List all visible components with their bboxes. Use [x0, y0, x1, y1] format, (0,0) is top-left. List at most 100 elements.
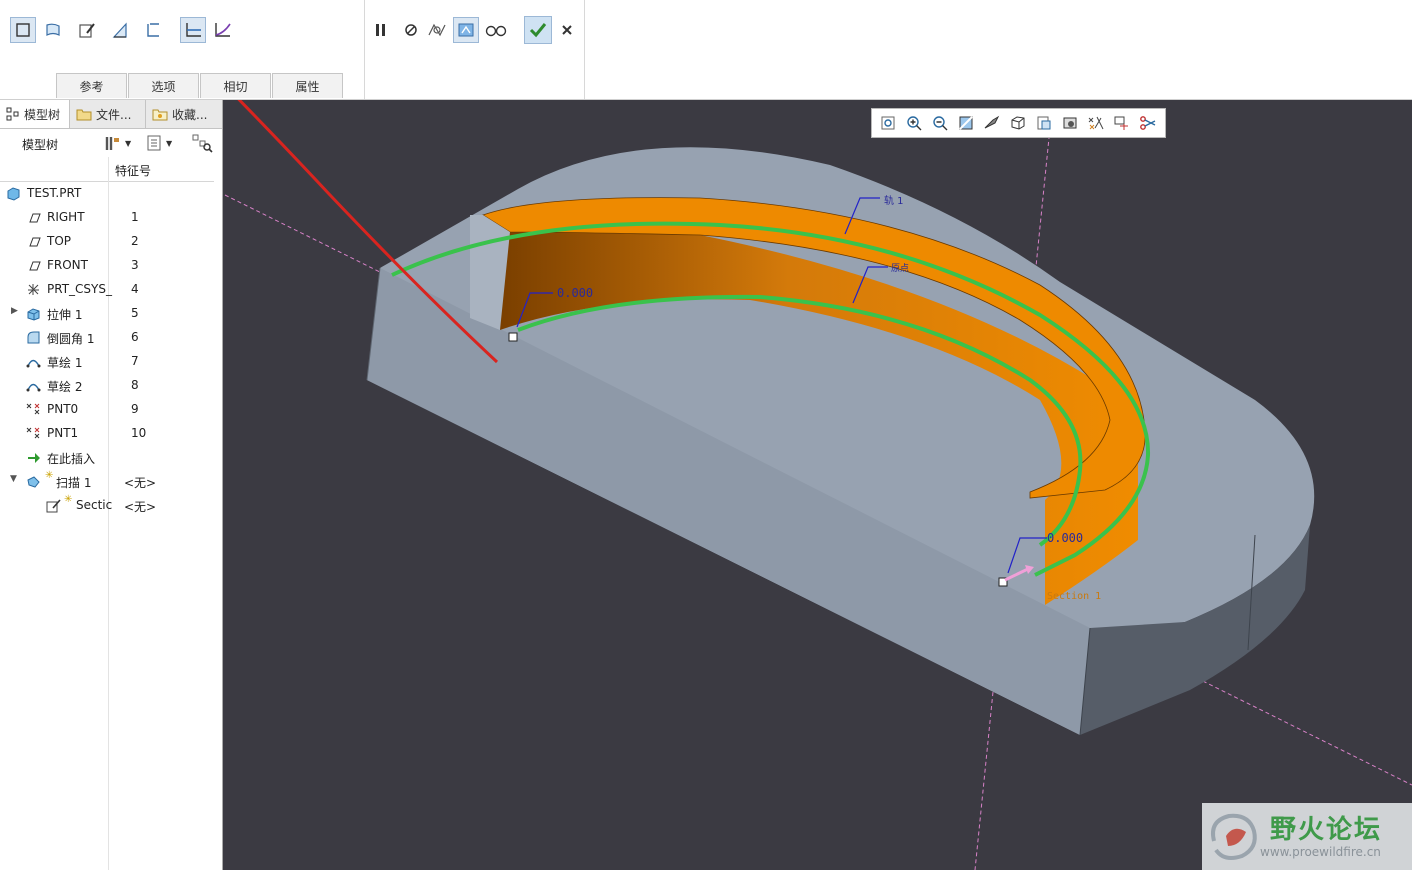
feature-number: 10	[131, 426, 147, 440]
pause-button[interactable]	[368, 17, 394, 43]
repaint-button[interactable]	[954, 111, 978, 135]
tree-row-label: PNT1	[47, 426, 79, 440]
tree-row-round[interactable]: 倒圆角 1 6	[0, 326, 222, 350]
constant-section-button[interactable]	[180, 17, 206, 43]
datum-plane-icon	[29, 237, 41, 247]
tree-row-label: PNT0	[47, 402, 79, 416]
annotation-display-icon	[1114, 116, 1128, 130]
tab-model-tree[interactable]: 模型树	[0, 100, 70, 128]
expand-arrow-icon[interactable]: ▶	[11, 306, 18, 316]
model-tree-title: 模型树	[22, 138, 59, 152]
collapse-arrow-icon[interactable]: ▼	[10, 474, 17, 484]
tree-row-sketch-2[interactable]: 草绘 2 8	[0, 374, 222, 398]
preview-button[interactable]	[424, 17, 450, 43]
tree-row-pnt0[interactable]: PNT0 9	[0, 398, 222, 422]
tree-row-right[interactable]: RIGHT 1	[0, 206, 222, 230]
display-style-icon	[1063, 117, 1077, 129]
zoom-in-icon	[907, 116, 922, 131]
variable-section-icon	[215, 23, 231, 37]
model-graphics	[224, 100, 1412, 870]
datum-point-icon	[26, 427, 40, 439]
tab-tangency[interactable]: 相切	[200, 73, 271, 98]
feature-number: 6	[131, 330, 139, 344]
connection-button[interactable]	[1136, 111, 1160, 135]
tab-options[interactable]: 选项	[128, 73, 199, 98]
insert-here-icon	[28, 453, 40, 463]
view-cube-icon	[1011, 116, 1025, 130]
start-point-handle	[508, 332, 518, 342]
section-label: Section 1	[1047, 591, 1102, 602]
datum-plane-icon	[29, 261, 41, 271]
spin-center-button[interactable]	[980, 111, 1004, 135]
tree-row-label: 草绘 1	[47, 356, 83, 370]
saved-orientations-button[interactable]	[1006, 111, 1030, 135]
remove-material-button[interactable]	[107, 17, 133, 43]
sketch-section-button[interactable]	[74, 17, 100, 43]
annotation-display-button[interactable]	[1110, 111, 1134, 135]
tree-row-insert-here[interactable]: 在此插入	[0, 446, 222, 470]
watermark-url: www.proewildfire.cn	[1260, 845, 1381, 859]
tree-row-section[interactable]: ✳ Sectic <无>	[0, 494, 222, 518]
tab-references[interactable]: 参考	[56, 73, 127, 98]
watermark-title: 野火论坛	[1270, 815, 1383, 845]
model-tree: TEST.PRT RIGHT 1 TOP 2 FRONT 3 PRT_CSYS_…	[0, 182, 222, 518]
feature-number: 5	[131, 306, 139, 320]
tree-row-sweep[interactable]: ▼ ✳ 扫描 1 <无>	[0, 470, 222, 494]
sketch-icon	[26, 383, 41, 392]
column-header-feature-number[interactable]: 特征号	[115, 162, 151, 179]
zoom-out-button[interactable]	[928, 111, 952, 135]
feature-number: 8	[131, 378, 139, 392]
tab-favorites[interactable]: 收藏...	[146, 100, 222, 128]
feature-number: 3	[131, 258, 139, 272]
no-preview-icon	[405, 24, 417, 36]
forum-logo-icon	[1211, 813, 1257, 860]
tab-properties[interactable]: 属性	[272, 73, 343, 98]
section-sketch-icon	[46, 499, 61, 513]
tree-row-label: Sectic	[76, 498, 113, 512]
tree-row-test-prt[interactable]: TEST.PRT	[0, 182, 222, 206]
zoom-fit-icon	[881, 116, 895, 130]
solid-sweep-button[interactable]	[10, 17, 36, 43]
view-manager-button[interactable]	[1032, 111, 1056, 135]
display-style-button[interactable]	[1058, 111, 1082, 135]
trajectory-label: 轨 1	[884, 196, 904, 207]
show-dropdown[interactable]: ▼	[146, 133, 182, 153]
zoom-in-button[interactable]	[902, 111, 926, 135]
tab-favorites-label: 收藏...	[172, 107, 208, 122]
tree-row-csys[interactable]: PRT_CSYS_ 4	[0, 278, 222, 302]
refit-button[interactable]	[876, 111, 900, 135]
feature-number: <无>	[124, 500, 157, 514]
tree-row-pnt1[interactable]: PNT1 10	[0, 422, 222, 446]
settings-dropdown[interactable]: ▼	[103, 133, 139, 153]
variable-section-button[interactable]	[209, 17, 235, 43]
thicken-button[interactable]	[140, 17, 166, 43]
tree-filters-button[interactable]	[191, 133, 213, 153]
tab-folder-browser[interactable]: 文件...	[70, 100, 146, 128]
solid-icon	[16, 23, 30, 37]
tree-row-front[interactable]: FRONT 3	[0, 254, 222, 278]
verify-button[interactable]	[483, 17, 509, 43]
graphics-viewport[interactable]: 0.000 0.000 轨 1 原点 Section 1	[223, 100, 1412, 870]
new-feature-asterisk-icon: ✳	[64, 494, 73, 505]
start-dimension-label[interactable]: 0.000	[557, 286, 593, 300]
confirm-button[interactable]	[524, 16, 552, 44]
tree-row-extrude[interactable]: ▶ 拉伸 1 5	[0, 302, 222, 326]
tree-row-label: 扫描 1	[56, 476, 92, 490]
surface-sweep-button[interactable]	[40, 17, 66, 43]
tree-row-sketch-1[interactable]: 草绘 1 7	[0, 350, 222, 374]
tab-folder-label: 文件...	[96, 107, 132, 122]
tree-row-label: PRT_CSYS_	[47, 282, 112, 296]
group-separator	[584, 0, 585, 99]
no-preview-button[interactable]	[398, 17, 424, 43]
cancel-button[interactable]	[554, 17, 580, 43]
tree-row-label: FRONT	[47, 258, 88, 272]
end-dimension-label[interactable]: 0.000	[1047, 531, 1083, 545]
feature-number: 9	[131, 402, 139, 416]
tree-row-label: RIGHT	[47, 210, 85, 224]
thicken-icon	[147, 23, 159, 37]
tree-row-top[interactable]: TOP 2	[0, 230, 222, 254]
datum-display-button[interactable]	[1084, 111, 1108, 135]
tree-row-label: 拉伸 1	[47, 308, 83, 322]
csys-icon	[28, 284, 39, 295]
feature-preview-button[interactable]	[453, 17, 479, 43]
